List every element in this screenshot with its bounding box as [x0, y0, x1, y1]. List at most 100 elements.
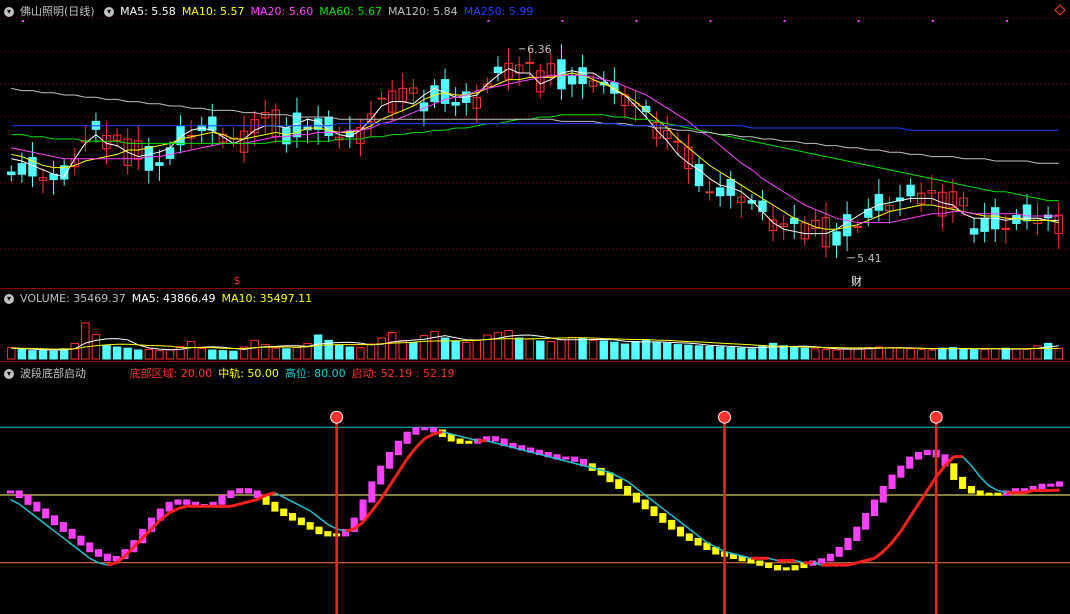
- indicator-line-segment: [301, 505, 311, 512]
- price-legend: ▾ 佛山照明(日线) ▾ MA5: 5.58 MA10: 5.57 MA20: 5.60…: [4, 3, 545, 19]
- volume-panel[interactable]: ▾ VOLUME: 35469.37 MA5: 43866.49 MA10: 3549…: [0, 289, 1070, 362]
- candle-body: [969, 228, 979, 235]
- indicator-block: [1047, 483, 1055, 487]
- indicator-panel[interactable]: ▾ 波段底部启动 底部区域: 20.00 中轨: 50.00 高位: 80.00 启动:…: [0, 362, 1070, 614]
- indicator-line-segment: [62, 537, 73, 546]
- volume-bar: [377, 337, 386, 360]
- indicator-line-segment: [926, 476, 938, 492]
- buy-signal-icon: [718, 410, 732, 424]
- indicator-block: [77, 535, 85, 546]
- candle-body: [832, 231, 841, 246]
- indicator-block: [782, 567, 790, 571]
- indicator-block: [315, 526, 323, 535]
- candle-body: [567, 75, 577, 85]
- candle-body: [144, 145, 154, 171]
- volume-bar: [525, 338, 534, 360]
- candle-body: [208, 116, 217, 131]
- volume-bar: [811, 348, 820, 360]
- indicator-block: [244, 488, 252, 494]
- volume-bar: [504, 330, 513, 360]
- indicator-block: [959, 476, 967, 489]
- candle-body: [493, 66, 503, 74]
- volume-legend: ▾ VOLUME: 35469.37 MA5: 43866.49 MA10: 3549…: [4, 292, 324, 305]
- indicator-line-segment: [36, 517, 47, 525]
- indicator-line-segment: [873, 550, 885, 560]
- indicator-block: [791, 565, 799, 571]
- volume-bar: [758, 345, 767, 360]
- indicator-block: [377, 465, 385, 485]
- indicator-block: [853, 526, 861, 541]
- volume-bar: [451, 340, 460, 360]
- indicator-block: [165, 501, 173, 512]
- indicator-line-segment: [890, 530, 903, 544]
- volume-bar: [144, 348, 154, 360]
- ma-legend-item: MA5: 5.58: [120, 5, 176, 18]
- indicator-block: [183, 499, 191, 505]
- indicator-block: [668, 519, 676, 530]
- indicator-block: [994, 492, 1002, 496]
- event-dot: [635, 20, 638, 22]
- candle-body: [705, 191, 714, 194]
- indicator-block: [271, 501, 279, 512]
- volume-bar: [536, 340, 545, 360]
- volume-bar: [313, 334, 323, 360]
- collapse-toggle-icon[interactable]: ▾: [4, 7, 14, 17]
- volume-bar: [991, 348, 1000, 360]
- price-chart[interactable]: 6.36 5.41 财 $: [0, 0, 1070, 288]
- volume-bar: [218, 350, 228, 360]
- indicator-block: [870, 499, 878, 517]
- indicator-line-segment: [327, 523, 337, 530]
- indicator-settings-icon[interactable]: ▾: [104, 7, 115, 17]
- volume-settings-icon[interactable]: ▾: [4, 294, 14, 304]
- indicator-block: [756, 560, 764, 566]
- candle-body: [1001, 227, 1011, 230]
- indicator-line-segment: [45, 523, 55, 532]
- volume-bar: [165, 349, 175, 360]
- volume-bar: [366, 343, 376, 360]
- indicator-block: [967, 485, 975, 494]
- indicator-line-segment: [405, 446, 418, 460]
- indicator-line-segment: [414, 437, 426, 449]
- indicator-line-segment: [424, 432, 435, 440]
- volume-legend-item: MA5: 43866.49: [131, 292, 216, 305]
- volume-bar: [208, 349, 217, 360]
- indicator-block: [421, 427, 429, 431]
- volume-bar: [387, 332, 397, 360]
- price-panel[interactable]: ▾ 佛山照明(日线) ▾ MA5: 5.58 MA10: 5.57 MA20: 5.60…: [0, 0, 1070, 289]
- buy-signal-icon: [330, 410, 344, 424]
- volume-bar: [906, 348, 915, 360]
- volume-bar: [927, 349, 936, 360]
- indicator-block: [368, 481, 376, 503]
- event-dot: [931, 20, 934, 22]
- indicator-line-segment: [379, 485, 391, 501]
- volume-bar: [282, 348, 291, 360]
- volume-bar: [853, 347, 862, 360]
- volume-bar: [155, 350, 164, 360]
- indicator-line-segment: [318, 517, 329, 525]
- indicator-block: [615, 479, 623, 489]
- volume-bar: [895, 347, 905, 360]
- indicator-block: [897, 465, 905, 478]
- ma-legend-item: MA250: 5.99: [463, 5, 534, 18]
- volume-bar: [588, 339, 598, 360]
- indicator-block: [818, 558, 826, 564]
- candle-body: [980, 217, 989, 232]
- volume-bar: [715, 346, 725, 360]
- volume-bar: [335, 345, 344, 360]
- indicator-block: [835, 546, 843, 557]
- volume-bar: [112, 346, 122, 360]
- indicator-block: [562, 456, 570, 460]
- volume-bar: [462, 342, 471, 360]
- volume-bar: [832, 349, 841, 360]
- indicator-panel-settings-icon[interactable]: ▾: [4, 369, 14, 379]
- volume-bar: [948, 347, 958, 360]
- indicator-line-segment: [934, 464, 947, 478]
- indicator-block: [491, 436, 499, 442]
- volume-bar: [737, 347, 746, 360]
- volume-bar: [705, 345, 714, 360]
- volume-bar: [578, 338, 587, 360]
- indicator-chart[interactable]: [0, 362, 1070, 614]
- indicator-block: [68, 528, 76, 539]
- indicator-block: [906, 456, 914, 469]
- volume-bar: [842, 348, 852, 360]
